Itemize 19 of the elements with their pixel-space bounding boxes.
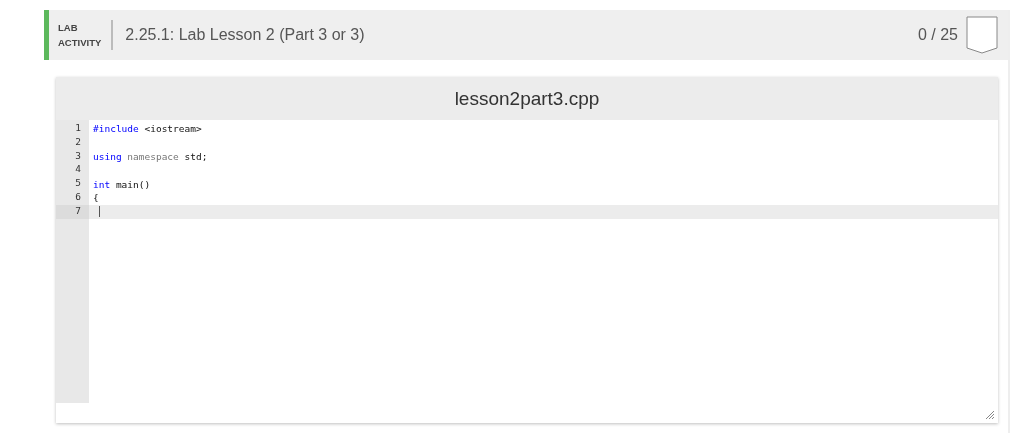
code-line: using namespace std; <box>93 151 208 162</box>
line-number: 6 <box>74 191 82 204</box>
resize-handle-icon[interactable] <box>985 410 995 420</box>
code-line: { <box>93 192 99 204</box>
file-name: lesson2part3.cpp <box>56 77 998 120</box>
lab-activity-label: LAB ACTIVITY <box>58 20 114 50</box>
code-line: #include <iostream> <box>93 123 202 135</box>
line-number: 1 <box>74 122 82 135</box>
shield-icon <box>966 16 998 54</box>
code-editor[interactable]: #include <iostream> using namespace std; int main() { <box>89 120 998 403</box>
score: 0 / 25 <box>917 26 958 44</box>
line-number: 2 <box>74 135 82 149</box>
line-number: 5 <box>74 177 82 191</box>
text-cursor <box>99 206 100 218</box>
line-number: 3 <box>74 149 82 163</box>
line-number: 7 <box>56 204 89 219</box>
line-number: 4 <box>74 163 82 177</box>
code-line: int main() <box>93 178 151 190</box>
activity-title: 2.25.1: Lab Lesson 2 (Part 3 or 3) <box>125 26 366 44</box>
